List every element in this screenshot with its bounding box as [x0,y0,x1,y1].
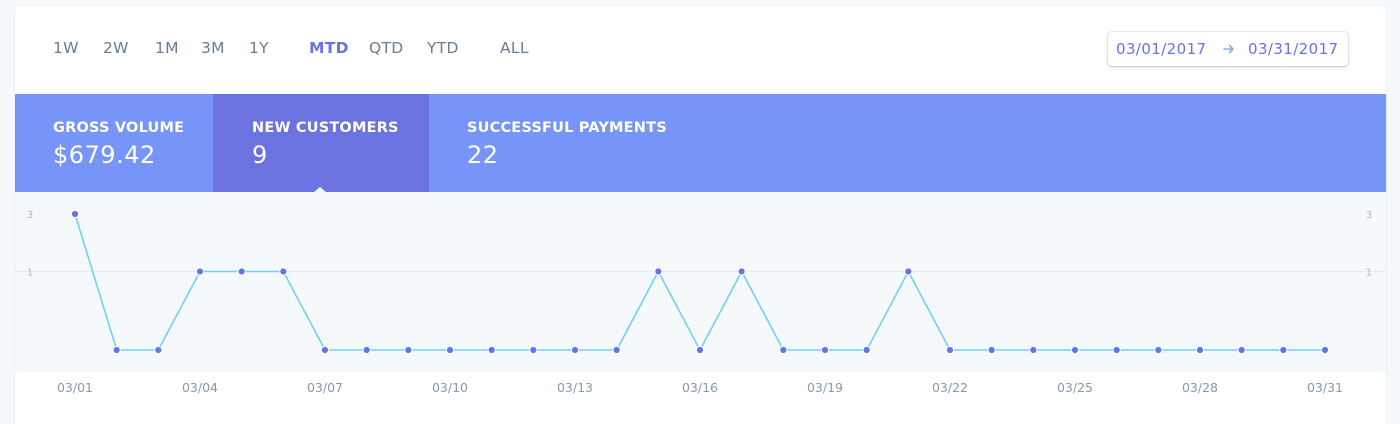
data-point [1320,345,1330,355]
x-tick-label: 03/01 [57,380,93,395]
data-point [112,345,121,355]
data-point [987,345,996,355]
data-point [154,345,163,355]
y-tick-label-left: 1 [27,267,33,278]
data-point [1237,345,1246,355]
y-tick-label-right: 3 [1366,210,1372,221]
data-point [612,345,621,355]
x-tick-label: 03/16 [682,380,718,395]
series-line [74,213,1325,351]
x-tick-label: 03/07 [307,380,343,395]
x-tick-label: 03/04 [182,380,218,395]
data-point [1154,345,1163,355]
data-point [1112,345,1121,355]
data-point [904,267,913,276]
x-tick-label: 03/22 [932,380,968,395]
data-point [487,345,496,355]
data-point [945,345,955,355]
data-point [1029,345,1038,355]
data-point [529,345,538,355]
data-point [570,345,580,355]
data-point [1195,345,1205,355]
data-point [862,345,871,355]
data-point [1279,345,1288,355]
x-tick-label: 03/10 [432,380,468,395]
data-point [320,345,330,355]
y-tick-label-left: 3 [27,210,33,221]
line-chart: 3 3 1 1 03/01 03/04 03/07 03/10 03/13 03/16 03/19 0… [15,209,1386,395]
data-point [695,345,705,355]
data-point [820,345,830,355]
data-point [737,267,746,276]
chart-card: 1W 2W 1M 3M 1Y MTD QTD YTD ALL 03/01/201… [15,6,1386,424]
data-point [1070,345,1080,355]
data-point [70,209,80,219]
data-point [362,345,371,355]
data-point [237,267,246,276]
x-tick-label: 03/25 [1057,380,1093,395]
data-point [779,345,788,355]
data-point [195,267,205,276]
data-point [404,345,413,355]
data-point [654,267,663,276]
x-tick-label: 03/28 [1182,380,1218,395]
x-tick-label: 03/31 [1307,380,1343,395]
x-tick-label: 03/19 [807,380,843,395]
data-point [279,267,288,276]
data-point [445,345,455,355]
y-tick-label-right: 1 [1366,267,1372,278]
x-tick-label: 03/13 [557,380,593,395]
